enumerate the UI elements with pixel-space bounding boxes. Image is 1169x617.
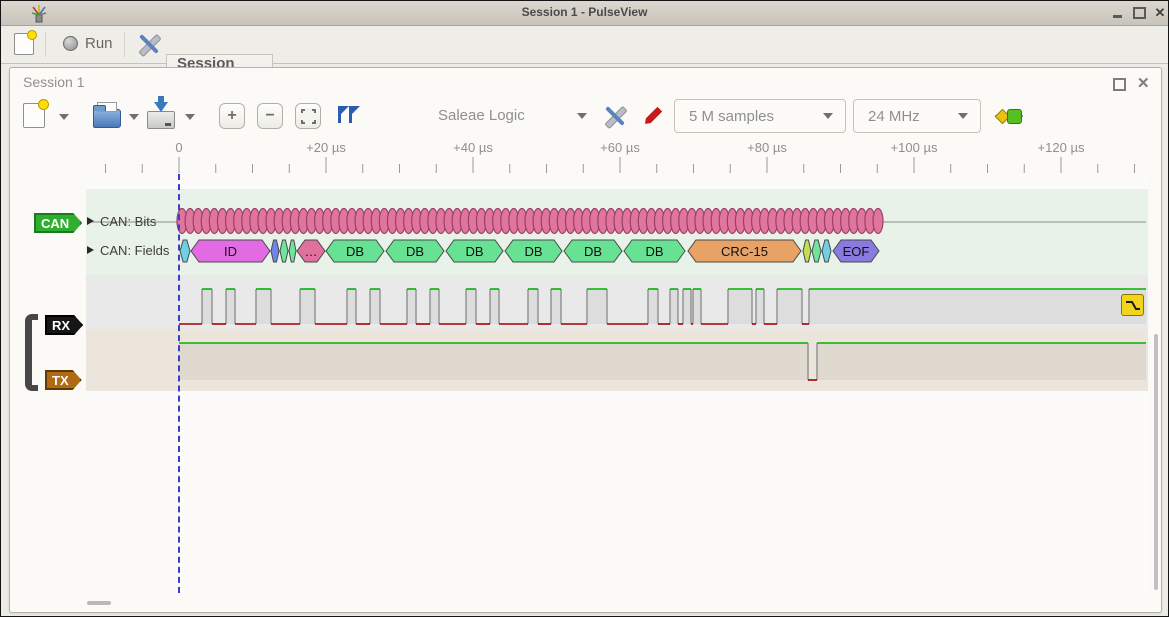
sample-count-combo[interactable]: 5 M samples [674, 99, 846, 133]
run-label[interactable]: Run [85, 35, 113, 52]
maximize-button[interactable] [1131, 5, 1147, 21]
main-toolbar: Run Session 1 ✕ [1, 26, 1168, 64]
fields-row-expander[interactable] [87, 246, 94, 254]
zoom-fit-icon [301, 109, 316, 124]
rx-channel-band [86, 275, 1148, 329]
trigger-marker[interactable] [1121, 294, 1144, 316]
minus-icon: − [265, 107, 274, 125]
configure-device-button[interactable] [603, 105, 627, 127]
title-bar: Session 1 - PulseView ✕ [1, 1, 1168, 26]
open-folder-icon [93, 109, 121, 128]
window-title: Session 1 - PulseView [1, 5, 1168, 19]
toolbar-separator [124, 32, 125, 57]
new-view-icon [23, 103, 45, 128]
panel-title: Session 1 [23, 74, 84, 90]
float-icon [1113, 78, 1126, 91]
new-view-dropdown[interactable] [59, 114, 69, 120]
open-button[interactable] [93, 109, 121, 128]
device-dropdown-icon[interactable] [577, 113, 587, 119]
panel-close-button[interactable]: ✕ [1137, 74, 1150, 92]
settings-button[interactable] [137, 33, 161, 55]
close-button[interactable]: ✕ [1152, 5, 1168, 21]
sample-count-value: 5 M samples [689, 108, 774, 125]
ruler-label: +120 µs [1038, 140, 1085, 155]
configure-icon [603, 105, 627, 127]
pulseview-window: Session 1 - PulseView ✕ Run Session 1 ✕ … [0, 0, 1169, 617]
maximize-icon [1133, 7, 1146, 19]
can-decoder-tag[interactable]: CAN [34, 213, 82, 233]
ruler-label: +60 µs [600, 140, 640, 155]
open-dropdown[interactable] [129, 114, 139, 120]
new-session-button[interactable] [14, 33, 34, 55]
zoom-fit-button[interactable] [295, 103, 321, 129]
combo-arrow-icon [823, 113, 833, 119]
horizontal-scrollbar[interactable] [87, 601, 111, 605]
fields-row-label: CAN: Fields [100, 243, 169, 258]
falling-edge-icon [1124, 298, 1141, 313]
time-zero-cursor[interactable] [178, 174, 180, 593]
vertical-scrollbar[interactable] [1154, 334, 1158, 590]
save-icon [147, 111, 175, 129]
panel-float-button[interactable] [1113, 78, 1126, 91]
probe-icon [640, 104, 664, 128]
zoom-in-button[interactable]: + [219, 103, 245, 129]
cursor-flag-icon [338, 106, 341, 123]
ruler-label: 0 [175, 140, 182, 155]
cursor-flag-icon [349, 106, 352, 123]
save-dropdown[interactable] [185, 114, 195, 120]
decoder-icon [995, 107, 1023, 125]
sample-rate-combo[interactable]: 24 MHz [853, 99, 981, 133]
run-button[interactable] [63, 36, 78, 51]
sample-rate-value: 24 MHz [868, 108, 920, 125]
minimize-button[interactable] [1109, 5, 1125, 21]
tools-icon [137, 33, 161, 55]
ruler-label: +20 µs [306, 140, 346, 155]
zoom-out-button[interactable]: − [257, 103, 283, 129]
device-selector[interactable]: Saleae Logic [438, 107, 525, 124]
new-session-icon [14, 33, 34, 55]
ruler-label: +80 µs [747, 140, 787, 155]
toolbar-separator [45, 32, 46, 57]
can-decoder-band [86, 189, 1148, 275]
new-view-button[interactable] [23, 103, 45, 128]
channels-button[interactable] [640, 104, 664, 128]
plus-icon: + [227, 107, 236, 125]
channel-group-bracket[interactable] [25, 314, 38, 391]
ruler-label: +100 µs [891, 140, 938, 155]
bits-row-expander[interactable] [87, 217, 94, 225]
save-button[interactable] [147, 111, 175, 129]
close-icon: ✕ [1155, 5, 1166, 21]
new-badge-icon [27, 30, 37, 40]
show-cursors-button[interactable] [338, 106, 352, 123]
minimize-icon [1113, 15, 1122, 18]
add-decoder-button[interactable] [995, 107, 1023, 125]
bits-row-label: CAN: Bits [100, 214, 156, 229]
tx-channel-band [86, 329, 1148, 391]
run-state-icon [63, 36, 78, 51]
combo-arrow-icon [958, 113, 968, 119]
ruler-label: +40 µs [453, 140, 493, 155]
